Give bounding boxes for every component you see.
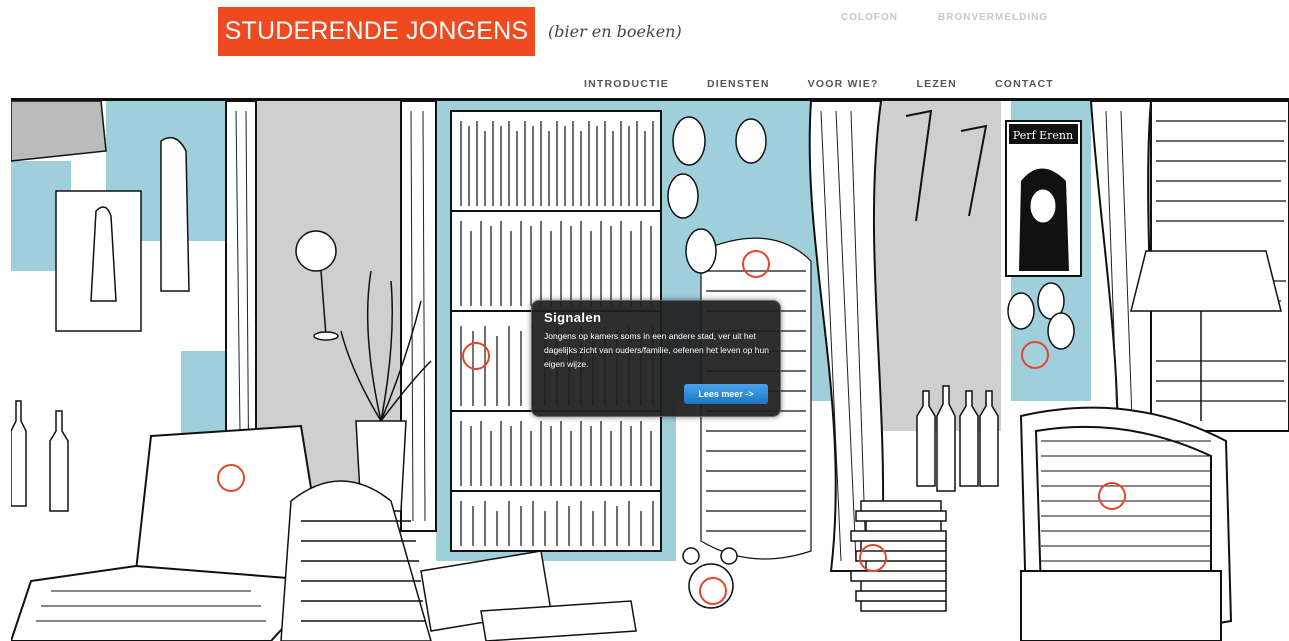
popup-title: Signalen [544, 310, 602, 325]
hotspot-clock[interactable] [699, 577, 727, 605]
nav-voor-wie[interactable]: VOOR WIE? [808, 78, 879, 90]
nav-colofon[interactable]: COLOFON [841, 12, 898, 23]
nav-bronvermelding[interactable]: BRONVERMELDING [938, 12, 1048, 23]
top-nav: COLOFON BRONVERMELDING [841, 12, 1048, 23]
hotspot-books[interactable] [859, 544, 887, 572]
nav-introductie[interactable]: INTRODUCTIE [584, 78, 669, 90]
popup-body: Jongens op kamers soms in een andere sta… [544, 331, 769, 369]
poster-title: Perf Erenn [1013, 129, 1073, 142]
nav-lezen[interactable]: LEZEN [917, 78, 957, 90]
nav-diensten[interactable]: DIENSTEN [707, 78, 770, 90]
read-more-button[interactable]: Lees meer -> [684, 384, 768, 404]
hotspot-poster[interactable] [1021, 341, 1049, 369]
info-popup: Signalen Jongens op kamers soms in een a… [531, 300, 781, 417]
hotspot-binder[interactable] [462, 342, 490, 370]
tv [1019, 406, 1233, 641]
tagline: (bier en boeken) [548, 22, 682, 41]
hotspot-tv[interactable] [1098, 482, 1126, 510]
site-logo[interactable]: STUDERENDE JONGENS [218, 7, 535, 56]
main-nav: INTRODUCTIE DIENSTEN VOOR WIE? LEZEN CON… [584, 78, 1054, 90]
poster: Perf Erenn [1005, 120, 1082, 277]
hotspot-laptop[interactable] [217, 464, 245, 492]
nav-contact[interactable]: CONTACT [995, 78, 1054, 90]
hotspot-masks[interactable] [742, 250, 770, 278]
